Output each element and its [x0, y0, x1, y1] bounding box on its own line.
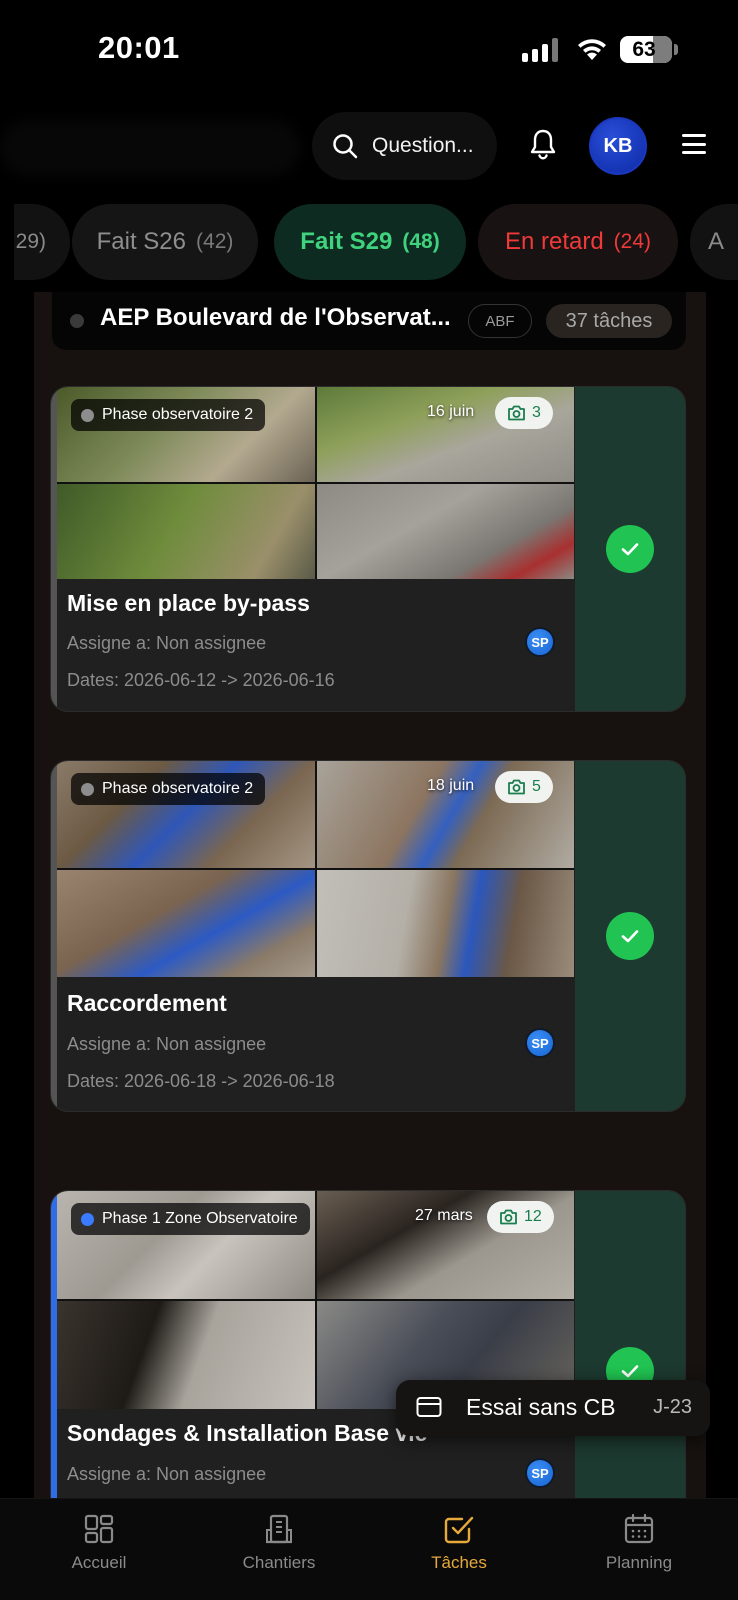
task-title: Mise en place by-pass — [67, 590, 310, 616]
phase-label: Phase 1 Zone Observatoire — [102, 1210, 298, 1227]
photo-count: 5 — [532, 778, 541, 795]
project-task-count: 37 tâches — [546, 304, 672, 338]
bottom-tab-bar: Accueil Chantiers Tâches Planning — [0, 1498, 738, 1600]
filter-count: (42) — [196, 230, 234, 253]
camera-icon — [508, 779, 525, 795]
photo-count-badge[interactable]: 3 — [495, 397, 553, 429]
phase-label: Phase observatoire 2 — [102, 780, 254, 797]
filter-tab-fait-s29[interactable]: Fait S29 (48) — [274, 204, 466, 280]
dashboard-icon — [84, 1514, 114, 1544]
trial-banner[interactable]: Essai sans CB J-23 — [396, 1380, 710, 1436]
task-dates: Dates: 2026-06-12 -> 2026-06-16 — [67, 670, 335, 690]
task-assignee: Assigne a: Non assignee — [67, 633, 267, 653]
battery-level: 63 — [632, 37, 656, 61]
task-check-icon — [444, 1516, 474, 1544]
task-dates: Dates: 2026-06-18 -> 2026-06-18 — [67, 1071, 335, 1091]
task-assignee: Assigne a: Non assignee — [67, 1034, 267, 1054]
user-avatar[interactable]: KB — [589, 117, 647, 175]
done-panel[interactable] — [575, 761, 685, 1111]
task-date: 16 juin — [427, 403, 475, 420]
tab-taches[interactable]: Tâches — [384, 1513, 534, 1573]
photo-count: 12 — [524, 1208, 542, 1225]
hamburger-menu-icon[interactable] — [682, 134, 706, 154]
filter-tab-en-retard[interactable]: En retard (24) — [478, 204, 678, 280]
phase-badge: Phase observatoire 2 — [71, 773, 266, 805]
assignee-avatar: SP — [525, 1458, 555, 1488]
phase-badge: Phase 1 Zone Observatoire — [71, 1203, 310, 1235]
tab-accueil[interactable]: Accueil — [24, 1513, 174, 1573]
search-icon — [333, 134, 358, 159]
filter-label: Fait S26 — [96, 228, 187, 255]
tab-label: Chantiers — [242, 1553, 316, 1572]
task-photo — [57, 1301, 315, 1409]
app-header: Question... KB — [0, 100, 738, 196]
photo-count-badge[interactable]: 12 — [487, 1201, 554, 1233]
task-photo — [57, 870, 315, 977]
done-panel[interactable] — [575, 1191, 685, 1519]
photo-count-badge[interactable]: 5 — [495, 771, 553, 803]
filter-tab-next[interactable]: A — [690, 204, 738, 280]
camera-icon — [500, 1209, 517, 1225]
status-bar: 20:01 63 — [0, 0, 738, 100]
phase-label: Phase observatoire 2 — [102, 406, 254, 423]
project-tag: ABF — [468, 304, 532, 338]
blurred-logo — [0, 120, 300, 176]
task-card[interactable]: Phase 1 Zone Observatoire 27 mars 12 Son… — [50, 1190, 686, 1520]
check-icon — [606, 525, 654, 573]
filter-tab-fait-s26[interactable]: Fait S26 (42) — [72, 204, 258, 280]
calendar-icon — [624, 1513, 654, 1544]
search-button[interactable]: Question... — [312, 112, 497, 180]
wifi-icon — [578, 39, 606, 60]
phase-dot — [81, 1212, 94, 1226]
phase-badge: Phase observatoire 2 — [71, 399, 266, 431]
filter-tab-previous[interactable]: 29) — [14, 204, 70, 280]
credit-card-icon — [416, 1397, 442, 1417]
task-photo — [316, 870, 574, 977]
filter-count: (24) — [613, 230, 652, 253]
search-label: Question... — [372, 134, 474, 157]
photo-count: 3 — [532, 404, 541, 421]
project-status-dot — [70, 314, 84, 328]
tab-planning[interactable]: Planning — [564, 1513, 714, 1573]
task-card[interactable]: Phase observatoire 2 16 juin 3 Mise en p… — [50, 386, 686, 712]
status-time: 20:01 — [98, 30, 180, 65]
tab-label: Accueil — [71, 1553, 127, 1572]
tab-chantiers[interactable]: Chantiers — [204, 1513, 354, 1573]
filter-tabs: 29) Fait S26 (42) Fait S29 (48) En retar… — [14, 204, 738, 280]
phase-dot — [81, 408, 94, 422]
task-title: Raccordement — [67, 990, 227, 1016]
check-icon — [606, 912, 654, 960]
tab-label: Planning — [605, 1553, 673, 1572]
filter-count: 29) — [15, 230, 46, 253]
task-photo — [57, 484, 315, 579]
task-assignee: Assigne a: Non assignee — [67, 1464, 267, 1484]
tab-label: Tâches — [431, 1553, 487, 1572]
task-date: 18 juin — [427, 777, 475, 794]
assignee-avatar: SP — [525, 627, 555, 657]
cellular-signal-icon — [522, 38, 558, 62]
building-icon — [266, 1514, 292, 1544]
trial-days-left: J-23 — [653, 1396, 692, 1418]
trial-text: Essai sans CB — [466, 1394, 616, 1420]
task-photo — [316, 484, 574, 579]
task-date: 27 mars — [415, 1207, 473, 1224]
camera-icon — [508, 405, 525, 421]
filter-count: (48) — [402, 230, 440, 253]
filter-label: A — [708, 228, 725, 255]
task-card[interactable]: Phase observatoire 2 18 juin 5 Raccordem… — [50, 760, 686, 1112]
filter-label: En retard — [504, 228, 604, 255]
battery-tip — [674, 44, 678, 55]
phase-dot — [81, 782, 94, 796]
task-title: Sondages & Installation Base vie — [67, 1420, 428, 1446]
battery-icon: 63 — [620, 36, 672, 63]
filter-label: Fait S29 — [300, 228, 393, 255]
project-name: AEP Boulevard de l'Observat... — [100, 304, 451, 331]
project-header[interactable]: AEP Boulevard de l'Observat... ABF 37 tâ… — [52, 292, 686, 350]
assignee-avatar: SP — [525, 1028, 555, 1058]
done-panel[interactable] — [575, 387, 685, 711]
bell-icon[interactable] — [528, 128, 558, 160]
